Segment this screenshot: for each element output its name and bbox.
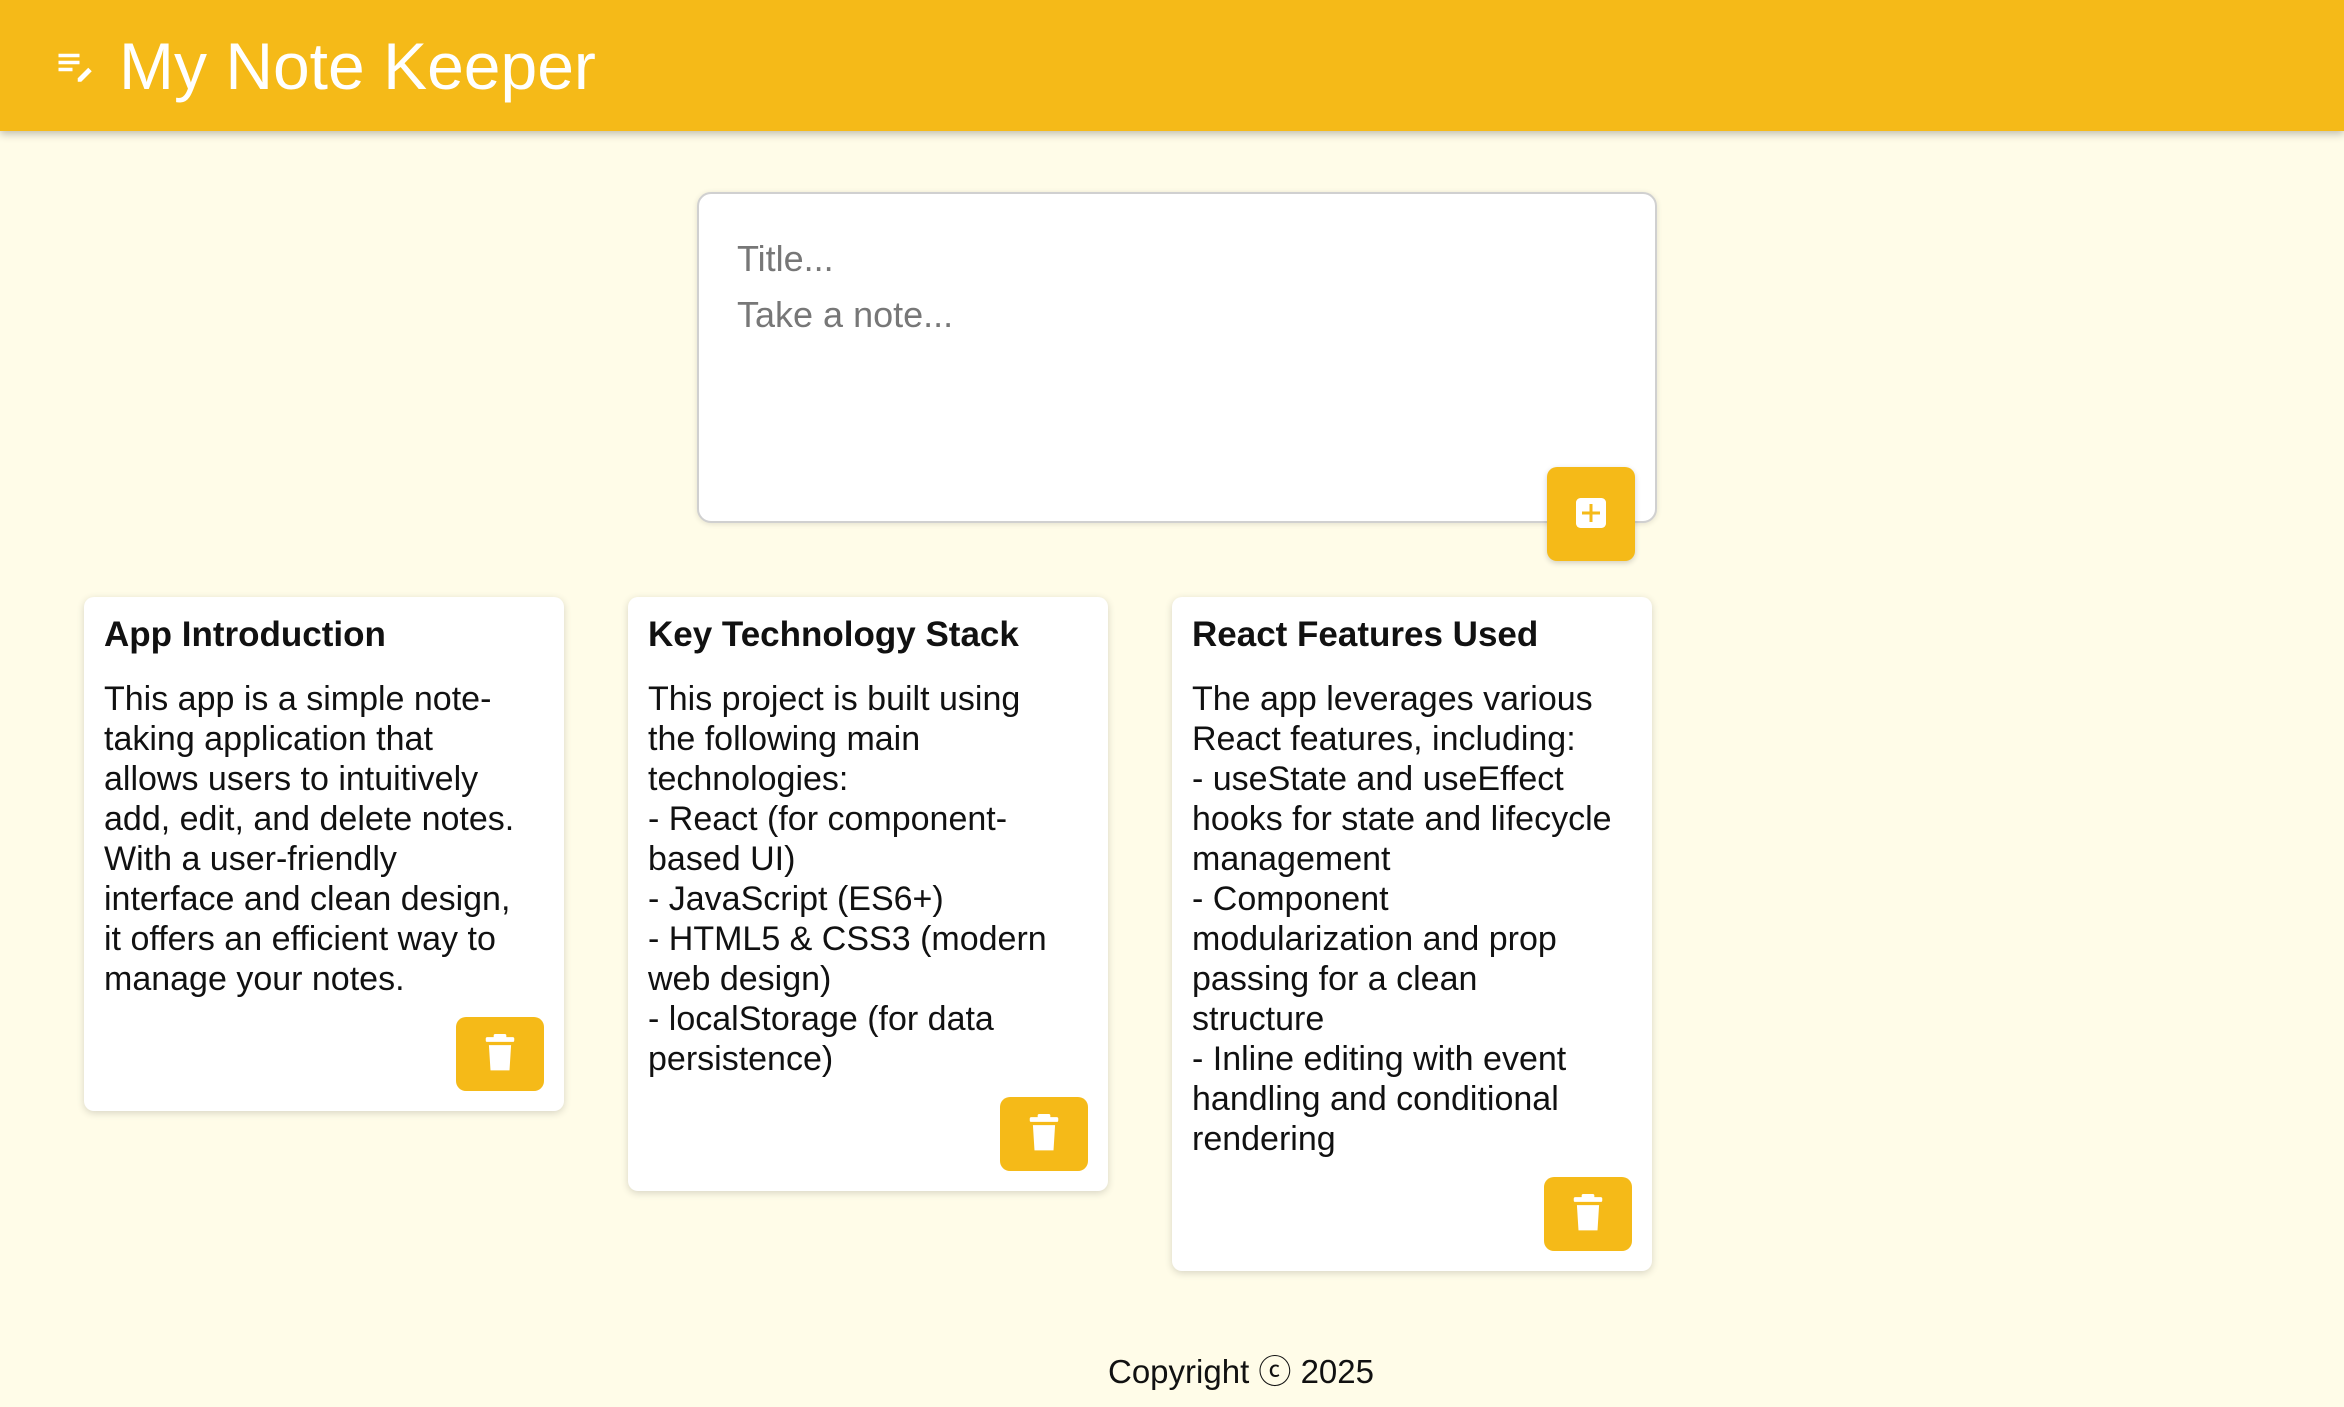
copyright-text: Copyright ⓒ 2025	[1108, 1353, 1374, 1390]
note-content[interactable]: This app is a simple note- taking applic…	[104, 679, 544, 999]
delete-note-button[interactable]	[456, 1017, 544, 1091]
note-content[interactable]: The app leverages various React features…	[1192, 679, 1632, 1159]
note-card[interactable]: React Features Used The app leverages va…	[1172, 597, 1652, 1271]
note-edit-icon	[55, 45, 97, 87]
trash-icon	[484, 1033, 516, 1075]
app-header: My Note Keeper	[0, 0, 2344, 131]
note-content-input[interactable]	[737, 292, 1617, 492]
note-content[interactable]: This project is built using the followin…	[648, 679, 1088, 1079]
trash-icon	[1028, 1113, 1060, 1155]
add-box-icon	[1573, 495, 1609, 534]
note-title[interactable]: React Features Used	[1192, 615, 1632, 655]
create-note-form	[697, 192, 1657, 523]
note-title-input[interactable]	[737, 234, 1617, 284]
footer: Copyright ⓒ 2025	[0, 1345, 2344, 1393]
note-title[interactable]: Key Technology Stack	[648, 615, 1088, 655]
trash-icon	[1572, 1193, 1604, 1235]
delete-note-button[interactable]	[1544, 1177, 1632, 1251]
note-title[interactable]: App Introduction	[104, 615, 544, 655]
note-card[interactable]: App Introduction This app is a simple no…	[84, 597, 564, 1111]
delete-note-button[interactable]	[1000, 1097, 1088, 1171]
add-note-button[interactable]	[1547, 467, 1635, 561]
note-card[interactable]: Key Technology Stack This project is bui…	[628, 597, 1108, 1191]
app-title: My Note Keeper	[119, 28, 596, 103]
